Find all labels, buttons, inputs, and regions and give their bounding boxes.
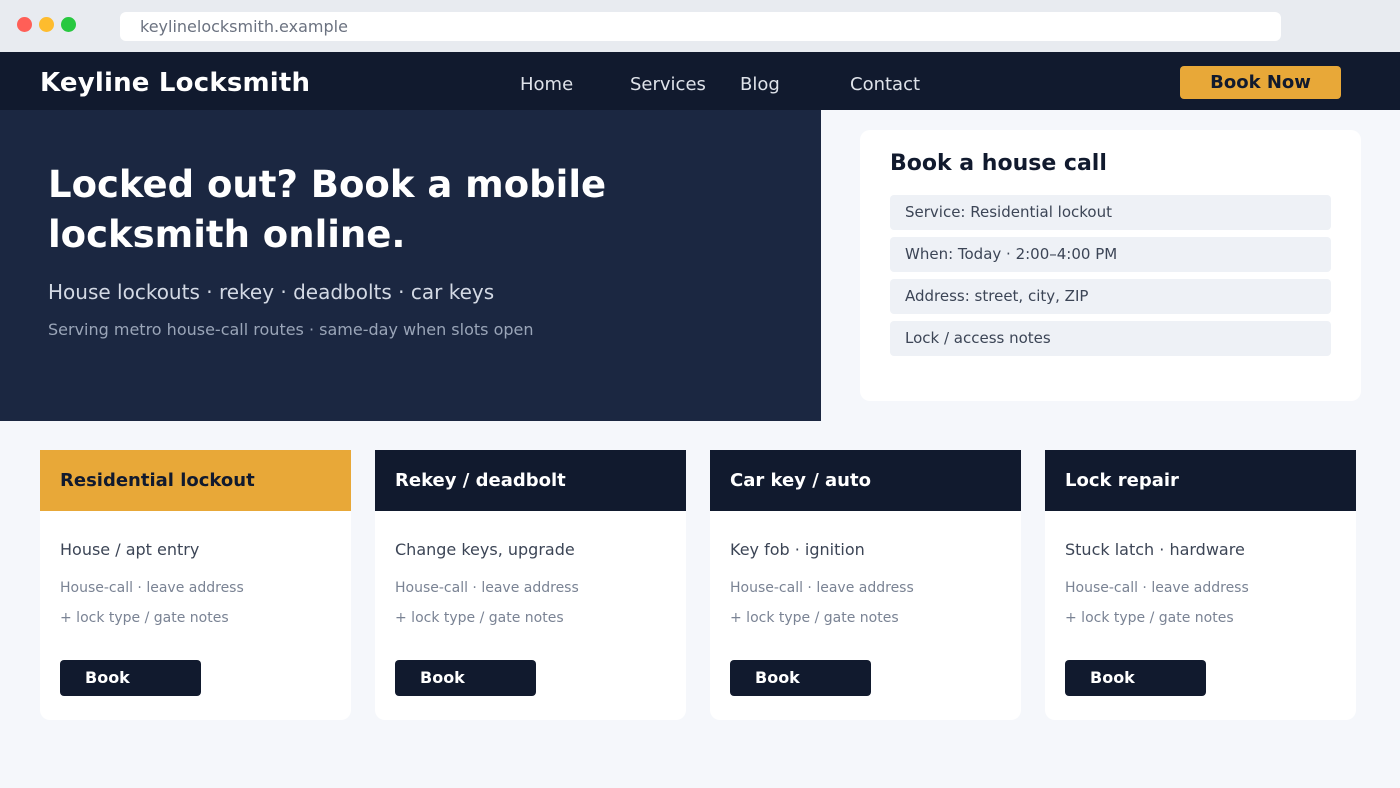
service-card-meta: House-call · leave address [730,580,914,596]
site-logo[interactable]: Keyline Locksmith [40,68,310,98]
service-card-description: Stuck latch · hardware [1065,540,1245,559]
service-card-car-key: Car key / auto Key fob · ignition House-… [710,450,1021,720]
booking-form: Book a house call Service: Residential l… [860,130,1361,401]
hero-note: Serving metro house-call routes · same-d… [48,320,534,339]
service-card-notes: + lock type / gate notes [395,610,564,626]
notes-input[interactable]: Lock / access notes [890,321,1331,356]
nav-link-home[interactable]: Home [520,74,573,95]
book-lock-repair-button[interactable]: Book [1065,660,1206,696]
nav-link-blog[interactable]: Blog [740,74,780,95]
service-card-title: Car key / auto [710,450,1021,511]
close-window-icon[interactable] [17,17,32,32]
service-select[interactable]: Service: Residential lockout [890,195,1331,230]
site-header: Keyline Locksmith Home Services Blog Con… [0,52,1400,110]
service-card-title: Rekey / deadbolt [375,450,686,511]
book-rekey-deadbolt-button[interactable]: Book [395,660,536,696]
nav-link-services[interactable]: Services [630,74,706,95]
time-slot-select[interactable]: When: Today · 2:00–4:00 PM [890,237,1331,272]
nav-link-contact[interactable]: Contact [850,74,920,95]
service-card-notes: + lock type / gate notes [60,610,229,626]
hero-subtitle: House lockouts · rekey · deadbolts · car… [48,280,495,304]
service-card-residential-lockout: Residential lockout House / apt entry Ho… [40,450,351,720]
book-residential-lockout-button[interactable]: Book [60,660,201,696]
book-now-button[interactable]: Book Now [1180,66,1341,99]
service-card-meta: House-call · leave address [1065,580,1249,596]
service-card-description: Change keys, upgrade [395,540,575,559]
booking-form-title: Book a house call [890,151,1107,176]
minimize-window-icon[interactable] [39,17,54,32]
service-card-title: Lock repair [1045,450,1356,511]
book-car-key-button[interactable]: Book [730,660,871,696]
address-input[interactable]: Address: street, city, ZIP [890,279,1331,314]
hero-title: Locked out? Book a mobile locksmith onli… [48,163,607,256]
address-bar[interactable]: keylinelocksmith.example [120,12,1281,41]
browser-chrome: keylinelocksmith.example [0,0,1400,52]
maximize-window-icon[interactable] [61,17,76,32]
service-card-meta: House-call · leave address [60,580,244,596]
service-card-description: Key fob · ignition [730,540,865,559]
service-card-meta: House-call · leave address [395,580,579,596]
service-card-rekey-deadbolt: Rekey / deadbolt Change keys, upgrade Ho… [375,450,686,720]
service-card-notes: + lock type / gate notes [1065,610,1234,626]
service-card-lock-repair: Lock repair Stuck latch · hardware House… [1045,450,1356,720]
service-card-notes: + lock type / gate notes [730,610,899,626]
service-card-description: House / apt entry [60,540,200,559]
hero-section: Locked out? Book a mobile locksmith onli… [0,110,821,421]
service-card-title: Residential lockout [40,450,351,511]
